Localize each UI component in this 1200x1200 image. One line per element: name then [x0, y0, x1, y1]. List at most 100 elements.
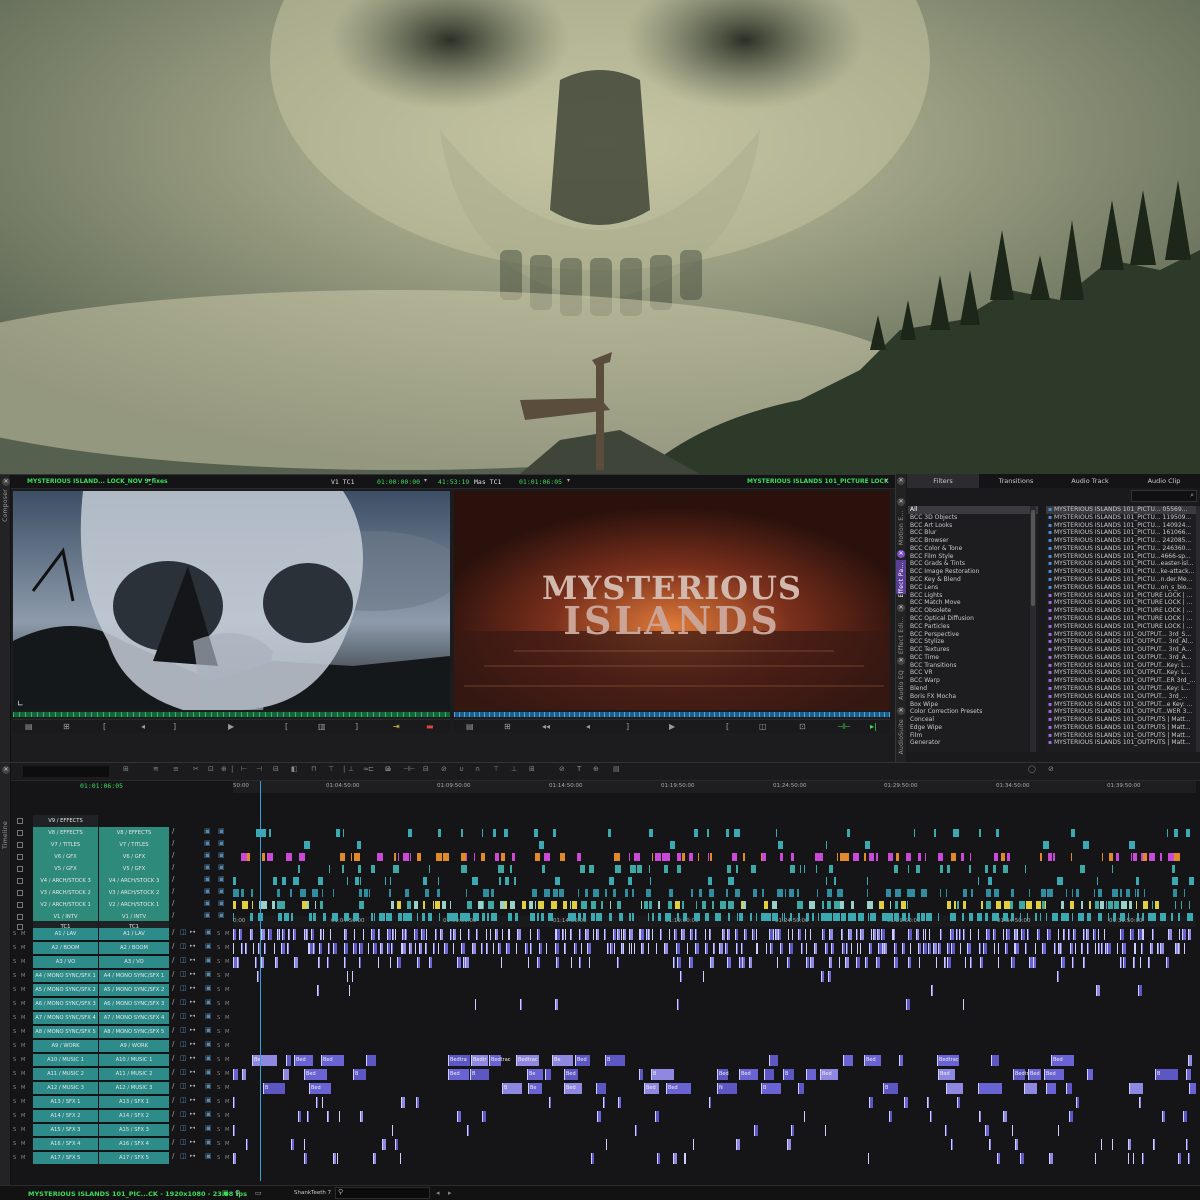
audio-clip[interactable] [841, 929, 843, 940]
video-clip[interactable] [630, 865, 636, 873]
audio-volume-icon[interactable]: ▸◂ [190, 1097, 195, 1103]
video-clip[interactable] [466, 913, 470, 921]
audio-clip[interactable]: N [717, 1083, 737, 1094]
audio-clip[interactable] [537, 929, 540, 940]
audio-clip[interactable] [354, 929, 355, 940]
effect-category-item[interactable]: BCC Transitions [908, 662, 1038, 670]
audio-sync-icon[interactable]: / [172, 1110, 174, 1118]
side-tab-effect-editor[interactable]: Effect Edi... [898, 616, 905, 654]
video-clip[interactable] [791, 853, 794, 861]
video-clip[interactable] [313, 913, 316, 921]
audio-clip[interactable] [860, 929, 864, 940]
audio-clip[interactable] [319, 943, 322, 954]
effect-clip-item[interactable]: ▪ MYSTERIOUS ISLANDS 101_OUTPUT... 3rd_A… [1046, 638, 1196, 646]
video-clip[interactable] [390, 877, 391, 885]
video-clip[interactable] [601, 901, 603, 909]
solo-button[interactable]: S [13, 1099, 16, 1105]
tab-audio-clip[interactable]: Audio Clip [1127, 474, 1200, 488]
audio-solo-icon[interactable]: S [217, 973, 220, 979]
audio-clip[interactable] [865, 957, 868, 968]
effect-category-item[interactable]: BCC Textures [908, 646, 1038, 654]
video-clip[interactable] [914, 829, 915, 837]
video-clip[interactable] [668, 853, 670, 861]
audio-clip[interactable] [766, 943, 767, 954]
video-clip[interactable] [355, 877, 359, 885]
video-clip[interactable] [637, 865, 642, 873]
audio-clip[interactable] [986, 929, 990, 940]
source-track-name[interactable]: V3 / ARCH/STOCK 2 [33, 887, 98, 899]
audio-clip[interactable] [233, 929, 236, 940]
audio-clip[interactable] [1129, 1083, 1143, 1094]
audio-clip[interactable]: Be [552, 1055, 573, 1066]
video-clip[interactable] [1135, 889, 1136, 897]
video-clip[interactable] [250, 913, 253, 921]
audio-clip[interactable] [894, 943, 897, 954]
record-sequence-title[interactable]: MYSTERIOUS ISLANDS 101_PICTURE LOCK [747, 478, 889, 485]
audio-clip[interactable] [591, 1153, 594, 1164]
tc2-chevron-icon[interactable]: ▾ [567, 477, 570, 484]
video-clip[interactable] [988, 877, 992, 885]
audio-lane[interactable] [233, 1124, 1196, 1137]
video-clip[interactable] [1160, 853, 1162, 861]
video-clip[interactable] [1025, 865, 1026, 873]
video-clip[interactable] [850, 913, 856, 921]
audio-clip[interactable] [233, 1153, 236, 1164]
video-clip[interactable] [358, 865, 361, 873]
audio-clip[interactable] [415, 943, 416, 954]
audio-volume-icon[interactable]: ▸◂ [190, 957, 195, 963]
effect-clip-item[interactable]: ▪ MYSTERIOUS ISLANDS 101_PICTU...ke-atta… [1046, 568, 1196, 576]
video-clip[interactable] [466, 889, 467, 897]
audio-clip[interactable] [703, 971, 704, 982]
audio-clip[interactable] [506, 943, 510, 954]
video-clip[interactable] [1098, 889, 1102, 897]
audio-monitor-icon[interactable]: ◫ [180, 984, 187, 992]
audio-mute-icon[interactable]: M [225, 987, 229, 993]
audio-clip[interactable] [829, 929, 833, 940]
video-clip[interactable] [318, 877, 323, 885]
video-clip[interactable] [1174, 829, 1178, 837]
video-clip[interactable] [1020, 913, 1021, 921]
audio-clip[interactable] [366, 1055, 376, 1066]
effect-category-item[interactable]: BCC Lens [908, 584, 1038, 592]
video-clip[interactable] [542, 865, 545, 873]
video-clip[interactable] [385, 877, 386, 885]
video-clip[interactable] [646, 889, 651, 897]
sync-lock-icon[interactable]: / [172, 911, 174, 919]
audio-clip[interactable] [756, 929, 757, 940]
audio-clip[interactable] [1087, 1069, 1093, 1080]
effect-category-item[interactable]: BCC Lights [908, 592, 1038, 600]
audio-track[interactable]: S M A14 / SFX 2 A14 / SFX 2/◫ ▸◂ ▣ S M [0, 1110, 1200, 1123]
audio-lane[interactable] [233, 1096, 1196, 1109]
audio-lane[interactable] [233, 928, 1196, 941]
audio-clip[interactable] [1037, 929, 1040, 940]
video-clip[interactable] [1116, 853, 1119, 861]
audio-volume-icon[interactable]: ▸◂ [190, 929, 195, 935]
audio-clip[interactable]: B [883, 1083, 898, 1094]
audio-clip[interactable] [395, 929, 396, 940]
video-clip[interactable] [570, 901, 571, 909]
effect-clip-item[interactable]: ▪ MYSTERIOUS ISLANDS 101_OUTPUTS | Matt.… [1046, 724, 1196, 732]
source-audio-track-name[interactable]: A7 / MONO SYNC/SFX 4 [33, 1012, 98, 1024]
video-clip[interactable] [894, 865, 898, 873]
video-lane[interactable] [233, 887, 1196, 899]
video-clip[interactable] [439, 889, 440, 897]
audio-clip[interactable] [268, 929, 272, 940]
sync-lock-icon[interactable]: / [172, 839, 174, 847]
audio-clip[interactable] [520, 999, 522, 1010]
video-clip[interactable] [1036, 901, 1041, 909]
audio-clip[interactable] [587, 943, 591, 954]
audio-solo-icon[interactable]: S [217, 1015, 220, 1021]
audio-clip[interactable] [1133, 957, 1135, 968]
video-clip[interactable] [408, 829, 412, 837]
effect-pa-close-icon[interactable]: ✕ [897, 550, 905, 558]
video-clip[interactable] [398, 853, 399, 861]
audio-clip[interactable] [639, 1069, 643, 1080]
video-clip[interactable] [1003, 865, 1008, 873]
video-clip[interactable] [629, 913, 631, 921]
audio-clip[interactable] [1068, 929, 1070, 940]
video-clip[interactable] [653, 913, 654, 921]
source-audio-track-name[interactable]: A4 / MONO SYNC/SFX 1 [33, 970, 98, 982]
source-clip-title[interactable]: MYSTERIOUS ISLAND... LOCK_NOV 9_fixes [27, 478, 168, 485]
audio-clip[interactable] [923, 929, 924, 940]
video-clip[interactable] [993, 865, 996, 873]
